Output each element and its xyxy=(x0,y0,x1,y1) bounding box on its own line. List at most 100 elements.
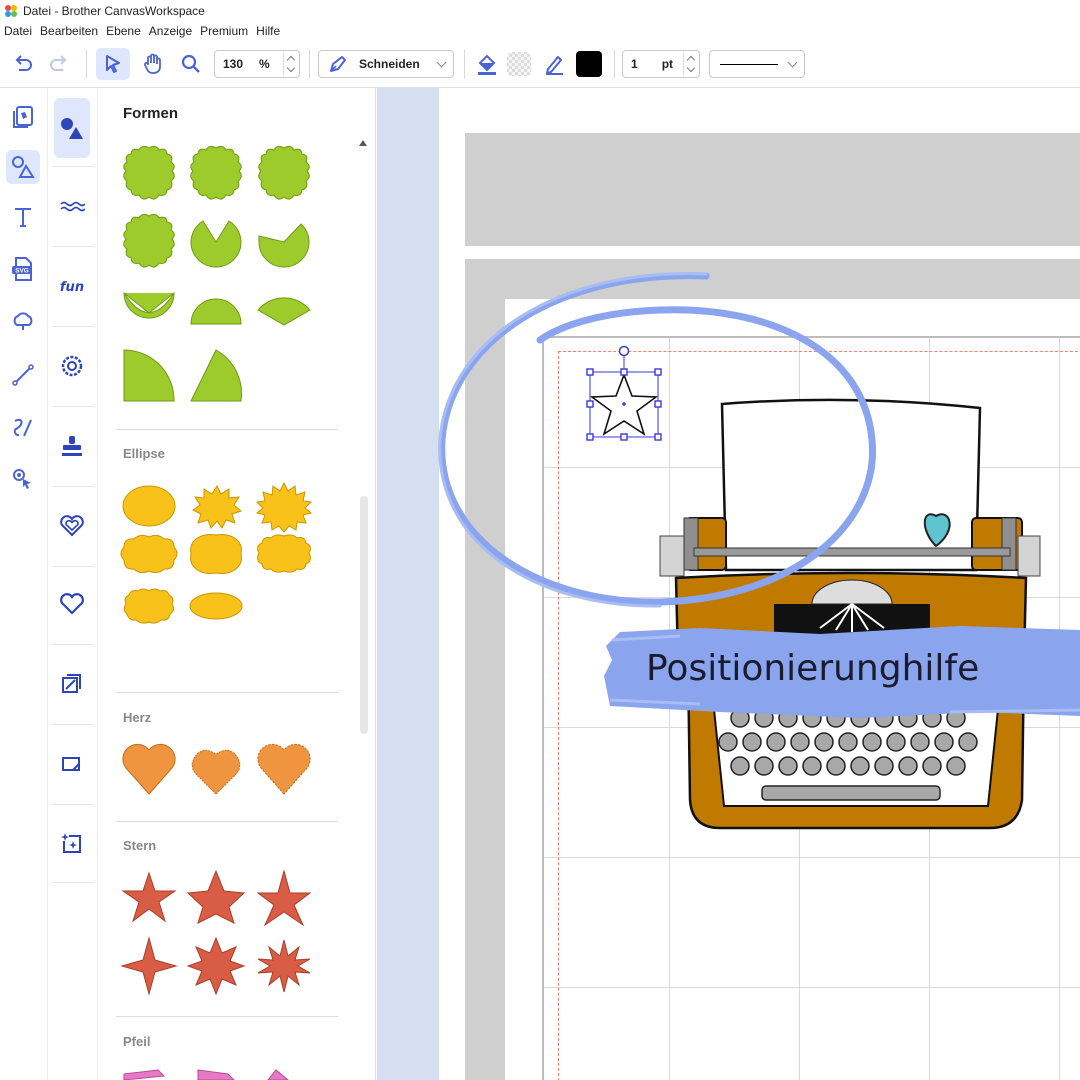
sidebar-cloud-button[interactable] xyxy=(6,304,40,338)
shape-arrow-1[interactable] xyxy=(123,1069,166,1080)
mode-label: Schneiden xyxy=(359,57,420,71)
sidebar-text-button[interactable] xyxy=(6,200,40,234)
zoom-stepper[interactable] xyxy=(283,53,297,75)
section-divider xyxy=(116,1016,338,1017)
category-stamps[interactable] xyxy=(54,416,90,476)
pen-cut-icon xyxy=(330,56,346,72)
shape-arrow-3[interactable] xyxy=(267,1069,289,1080)
shape-ellipse[interactable] xyxy=(122,485,176,527)
sidebar-svg-button[interactable]: SVG xyxy=(6,252,40,286)
menu-premium[interactable]: Premium xyxy=(196,24,252,38)
fill-tool-button[interactable] xyxy=(472,48,502,80)
zoom-unit: % xyxy=(259,57,270,71)
shape-wavy-ellipse-1[interactable] xyxy=(120,534,178,574)
undo-button[interactable] xyxy=(8,48,38,80)
zoom-tool-button[interactable] xyxy=(174,48,208,80)
shape-triangle-sector[interactable] xyxy=(190,349,243,402)
sidebar-line-button[interactable] xyxy=(6,358,40,392)
chevron-down-icon xyxy=(436,57,447,68)
undo-icon xyxy=(15,55,32,71)
category-divider xyxy=(52,246,94,247)
category-divider xyxy=(52,406,94,407)
shape-scallop-circle-3[interactable] xyxy=(258,145,310,200)
category-favorites[interactable] xyxy=(54,574,90,634)
shape-quarter-circle[interactable] xyxy=(123,349,175,402)
sidebar-search-button[interactable] xyxy=(6,462,40,496)
category-fun[interactable]: fun xyxy=(54,256,90,316)
mode-dropdown[interactable]: Schneiden xyxy=(318,50,454,78)
category-divider xyxy=(52,804,94,805)
shape-arrow-2[interactable] xyxy=(197,1069,235,1080)
category-basic-shapes[interactable] xyxy=(54,98,90,158)
menu-datei[interactable]: Datei xyxy=(0,24,36,38)
cursor-icon xyxy=(106,55,120,73)
category-magic[interactable] xyxy=(54,814,90,874)
chevron-down-icon xyxy=(787,57,798,68)
line-width-unit: pt xyxy=(661,57,674,71)
heart-outline-icon xyxy=(60,593,84,615)
shape-star-8[interactable] xyxy=(186,936,246,996)
shape-pacman-1[interactable] xyxy=(190,220,242,268)
shape-semicircle[interactable] xyxy=(190,298,242,325)
category-layouts[interactable] xyxy=(54,654,90,714)
line-tool-button[interactable] xyxy=(540,48,570,80)
line-color-box xyxy=(576,51,602,77)
shape-scallop-circle-2[interactable] xyxy=(190,145,242,200)
redo-button[interactable] xyxy=(44,48,74,80)
text-icon xyxy=(15,208,31,227)
category-divider xyxy=(52,486,94,487)
category-waves[interactable] xyxy=(54,176,90,236)
shape-flat-ellipse[interactable] xyxy=(189,592,243,620)
shape-sector-1[interactable] xyxy=(123,291,175,319)
zoom-field[interactable]: 130 % xyxy=(214,50,300,78)
menu-hilfe[interactable]: Hilfe xyxy=(252,24,284,38)
line-width-field[interactable]: 1 pt xyxy=(622,50,700,78)
toolbar-separator xyxy=(309,50,310,78)
fill-color-swatch[interactable] xyxy=(504,48,534,80)
category-divider xyxy=(52,326,94,327)
shape-pacman-2[interactable] xyxy=(258,223,310,268)
select-tool-button[interactable] xyxy=(96,48,130,80)
shape-scallop-circle-4[interactable] xyxy=(123,213,175,268)
search-pointer-icon xyxy=(13,469,31,489)
shape-heart[interactable] xyxy=(122,743,176,795)
sidebar-path-button[interactable] xyxy=(6,410,40,444)
menu-anzeige[interactable]: Anzeige xyxy=(145,24,196,38)
shape-wavy-ellipse-4[interactable] xyxy=(123,588,175,624)
shape-wavy-ellipse-3[interactable] xyxy=(257,534,311,573)
category-frames[interactable] xyxy=(54,336,90,396)
shape-star-5-wide[interactable] xyxy=(186,869,246,924)
shape-star-5[interactable] xyxy=(121,871,177,923)
line-icon xyxy=(12,364,34,386)
sidebar-projects-button[interactable] xyxy=(6,100,40,134)
shape-heart-scalloped[interactable] xyxy=(191,749,241,795)
fun-text-icon: fun xyxy=(60,280,84,295)
shape-scallop-circle[interactable] xyxy=(123,145,175,200)
section-label-ellipse: Ellipse xyxy=(123,446,165,461)
category-tags[interactable] xyxy=(54,734,90,794)
canvas-area[interactable] xyxy=(377,88,1080,1080)
svg-text:SVG: SVG xyxy=(15,268,29,275)
category-patterns[interactable] xyxy=(54,496,90,556)
line-color-swatch[interactable] xyxy=(574,48,604,80)
label-icon xyxy=(62,757,80,771)
shape-wavy-ellipse-2[interactable] xyxy=(190,534,242,574)
category-divider xyxy=(52,166,94,167)
paint-bucket-icon xyxy=(478,54,496,75)
shape-star-4[interactable] xyxy=(120,936,178,996)
menu-ebene[interactable]: Ebene xyxy=(102,24,145,38)
menu-bearbeiten[interactable]: Bearbeiten xyxy=(36,24,102,38)
transparent-swatch-icon xyxy=(507,52,531,76)
hand-tool-button[interactable] xyxy=(136,48,170,80)
shape-heart-wavy[interactable] xyxy=(257,743,311,795)
shape-burst-small[interactable] xyxy=(192,484,242,529)
line-width-stepper[interactable] xyxy=(683,53,697,75)
shape-star-12[interactable] xyxy=(257,939,311,993)
shape-star-5-thin[interactable] xyxy=(256,869,312,927)
shape-burst-large[interactable] xyxy=(255,481,313,533)
svg-text:fun: fun xyxy=(60,280,84,295)
shape-sector-2[interactable] xyxy=(257,297,311,326)
sidebar-shapes-button[interactable] xyxy=(6,150,40,184)
star-shapes xyxy=(120,869,312,996)
line-style-dropdown[interactable] xyxy=(709,50,805,78)
